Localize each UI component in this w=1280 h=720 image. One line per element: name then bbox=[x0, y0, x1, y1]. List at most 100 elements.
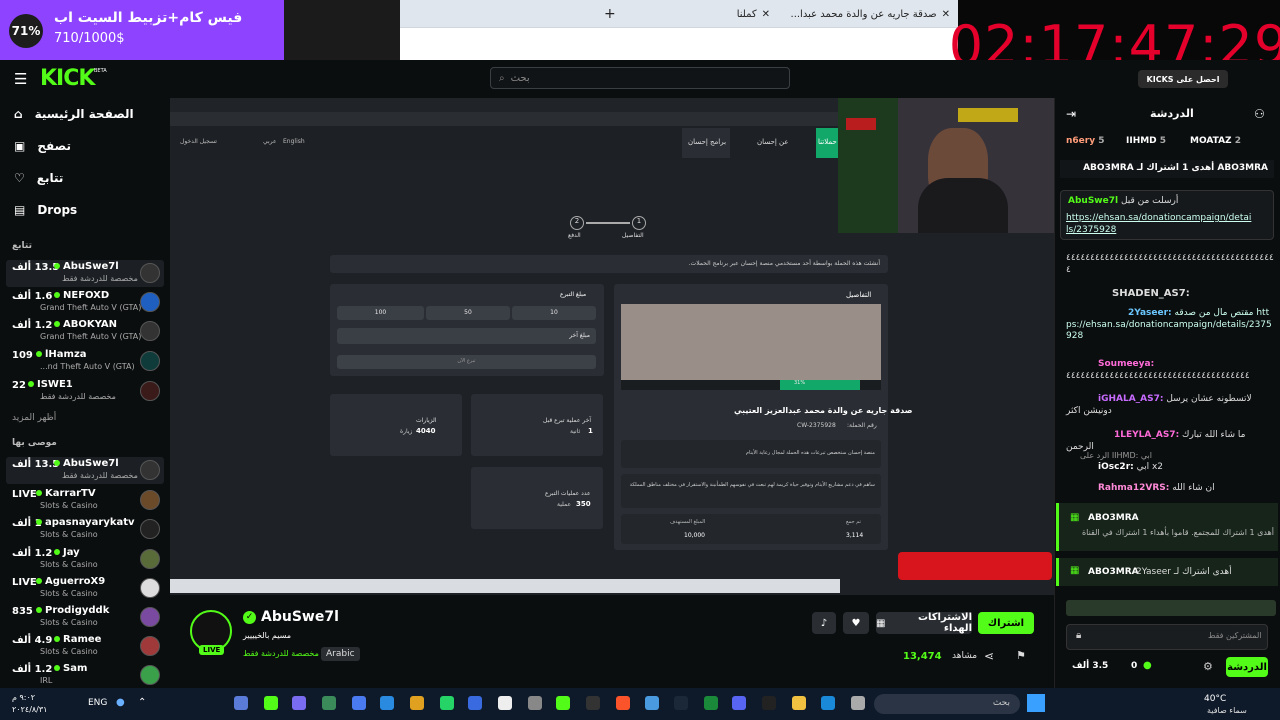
close-icon[interactable]: ✕ bbox=[762, 9, 770, 20]
show-more-link[interactable]: أظهر المزيد bbox=[12, 413, 56, 423]
app-icon[interactable] bbox=[704, 696, 718, 710]
sidebar-channel[interactable]: LIVE AguerroX9 Slots & Casino bbox=[6, 575, 164, 602]
app-icon[interactable] bbox=[410, 696, 424, 710]
kick-logo[interactable]: KICK bbox=[40, 66, 95, 91]
bell-icon[interactable]: ♪ bbox=[812, 612, 836, 634]
channel-name: Sam bbox=[54, 663, 87, 674]
chat-message: Rahma12VRS: ان شاء الله bbox=[1098, 483, 1215, 493]
emote-bar[interactable] bbox=[1066, 600, 1276, 616]
chat-users-icon[interactable]: ⚇ bbox=[1254, 107, 1265, 121]
beta-badge: BETA bbox=[94, 68, 107, 74]
last-donation-card bbox=[471, 394, 603, 456]
sidebar-channel[interactable]: 1.2 ألف Jay Slots & Casino bbox=[6, 546, 164, 573]
send-chat-button[interactable]: الدردشة bbox=[1226, 657, 1268, 677]
settings-icon[interactable]: ⚙ bbox=[1203, 660, 1213, 673]
nav-drops[interactable]: ▤ Drops bbox=[14, 203, 77, 217]
avatar bbox=[140, 636, 160, 656]
clock-date[interactable]: ٢٠٢٤/٨/٣١ bbox=[12, 705, 47, 714]
browser-urlbar[interactable] bbox=[400, 27, 958, 60]
pinned-by: أرسلت من قبل AbuSwe7l bbox=[1068, 196, 1179, 206]
sidebar-channel[interactable]: LIVE KarrarTV Slots & Casino bbox=[6, 487, 164, 514]
subscribe-button[interactable]: اشتراك bbox=[978, 612, 1034, 634]
channel-name: Prodigyddk bbox=[36, 605, 109, 616]
app-icon[interactable] bbox=[468, 696, 482, 710]
sidebar-channel[interactable]: 1 ألفapasnayarykatvSlots & Casino bbox=[6, 516, 164, 543]
collapse-chat-icon[interactable]: ⇥ bbox=[1066, 107, 1076, 121]
sidebar-channel[interactable]: 22 ISWE1 مخصصة للدردشة فقط bbox=[6, 378, 164, 405]
nav-home[interactable]: ⌂ الصفحة الرئيسية bbox=[14, 107, 134, 121]
streamer-name[interactable]: AbuSwe7l bbox=[261, 609, 339, 625]
app-icon[interactable] bbox=[851, 696, 865, 710]
viewer-count: 1.2 ألف bbox=[12, 548, 53, 559]
get-kicks-button[interactable]: KICKS احصل على bbox=[1138, 70, 1228, 88]
stream-category[interactable]: مخصصة للدردشة فقط bbox=[243, 649, 319, 658]
steam-icon[interactable] bbox=[674, 696, 688, 710]
report-icon[interactable]: ⚑ bbox=[1016, 649, 1026, 662]
sidebar-channel[interactable]: 835 Prodigyddk Slots & Casino bbox=[6, 604, 164, 631]
app-icon[interactable] bbox=[380, 696, 394, 710]
search-input[interactable]: ⌕ بحث bbox=[490, 67, 790, 89]
sidebar-channel[interactable]: 1.2 ألف Sam IRL bbox=[6, 662, 164, 689]
taskbar-search[interactable]: بحث bbox=[874, 694, 1020, 714]
gift-subs-button[interactable]: الاشتراكات الهداء ▦ bbox=[876, 612, 972, 634]
app-icon[interactable] bbox=[234, 696, 248, 710]
viewer-count: LIVE bbox=[12, 577, 37, 588]
sidebar-channel[interactable]: 1.2 ألف ABOKYAN Grand Theft Auto V (GTA) bbox=[6, 318, 164, 345]
avatar bbox=[140, 578, 160, 598]
menu-icon[interactable]: ☰ bbox=[14, 70, 27, 88]
folder-icon[interactable] bbox=[792, 696, 806, 710]
verified-icon: ✓ bbox=[243, 611, 256, 624]
share-icon[interactable]: ⋖ bbox=[984, 649, 994, 663]
donations-card bbox=[471, 467, 603, 529]
video-notice: أنشئت هذه الحملة بواسطة أحد مستخدمي منصة… bbox=[330, 255, 888, 273]
channel-name: NEFOXD bbox=[54, 290, 109, 301]
video-nav-item: برامج إحسان bbox=[688, 138, 727, 146]
sidebar-channel[interactable]: 4.9 ألف Ramee Slots & Casino bbox=[6, 633, 164, 660]
chevron-up-icon[interactable]: ⌃ bbox=[138, 697, 146, 708]
gift-icon: ▦ bbox=[1070, 512, 1080, 523]
windows-start-icon[interactable] bbox=[1027, 694, 1045, 712]
language-indicator[interactable]: ENG bbox=[88, 698, 107, 708]
app-icon[interactable] bbox=[322, 696, 336, 710]
app-icon[interactable] bbox=[528, 696, 542, 710]
channel-name: AbuSwe7l bbox=[54, 261, 119, 272]
goal-percent: 71% bbox=[9, 14, 43, 48]
sidebar-channel[interactable]: 1.6 ألف NEFOXD Grand Theft Auto V (GTA) bbox=[6, 289, 164, 316]
viewer-count: 1.2 ألف bbox=[12, 664, 53, 675]
mic-icon[interactable]: ● bbox=[116, 697, 125, 708]
follow-heart-icon[interactable]: ♥ bbox=[843, 612, 869, 634]
nav-label: الصفحة الرئيسية bbox=[34, 107, 134, 121]
channel-category: Slots & Casino bbox=[40, 618, 98, 627]
app-icon[interactable] bbox=[586, 696, 600, 710]
pinned-link[interactable]: https://ehsan.sa/donationcampaign/detail… bbox=[1066, 213, 1252, 236]
campaign-progress: 31% bbox=[780, 380, 860, 390]
browser-tab-active[interactable]: ✕ صدقة جاريه عن والدة محمد عبدا... bbox=[780, 4, 950, 24]
language-tag[interactable]: Arabic bbox=[321, 647, 360, 661]
channel-category: Slots & Casino bbox=[40, 530, 98, 539]
goal-title: فيس كام+تزبيط السيت اب bbox=[54, 10, 243, 26]
kick-app-icon[interactable] bbox=[264, 696, 278, 710]
channel-name: KarrarTV bbox=[36, 488, 96, 499]
campaign-desc: ساهم في دعم مشاريع الأيتام وتوفير حياة ك… bbox=[621, 474, 881, 508]
app-icon[interactable] bbox=[292, 696, 306, 710]
app-icon[interactable] bbox=[352, 696, 366, 710]
nav-following[interactable]: ♡ تتابع bbox=[14, 171, 63, 185]
app-icon[interactable] bbox=[762, 696, 776, 710]
discord-icon[interactable] bbox=[732, 696, 746, 710]
nav-browse[interactable]: ▣ تصفح bbox=[14, 139, 71, 153]
viewers-label: مشاهد bbox=[952, 651, 978, 661]
whatsapp-icon[interactable] bbox=[440, 696, 454, 710]
edge-icon[interactable] bbox=[821, 696, 835, 710]
sidebar-channel[interactable]: 13.5 ألف AbuSwe7l مخصصة للدردشة فقط bbox=[6, 260, 164, 287]
viewer-count: 109 bbox=[12, 350, 33, 361]
clock-time[interactable]: ٩:٠٢ م bbox=[12, 693, 35, 702]
app-icon[interactable] bbox=[556, 696, 570, 710]
app-icon[interactable] bbox=[498, 696, 512, 710]
sidebar-channel[interactable]: 13.5 ألف AbuSwe7l مخصصة للدردشة فقط bbox=[6, 457, 164, 484]
webcam-overlay bbox=[838, 98, 1054, 233]
brave-icon[interactable] bbox=[616, 696, 630, 710]
chrome-icon[interactable] bbox=[645, 696, 659, 710]
sidebar-channel[interactable]: 109 lHamza ...nd Theft Auto V (GTA) bbox=[6, 348, 164, 375]
new-tab-button[interactable]: + bbox=[604, 4, 616, 24]
browser-tab[interactable]: ✕ كملنا bbox=[630, 4, 770, 24]
